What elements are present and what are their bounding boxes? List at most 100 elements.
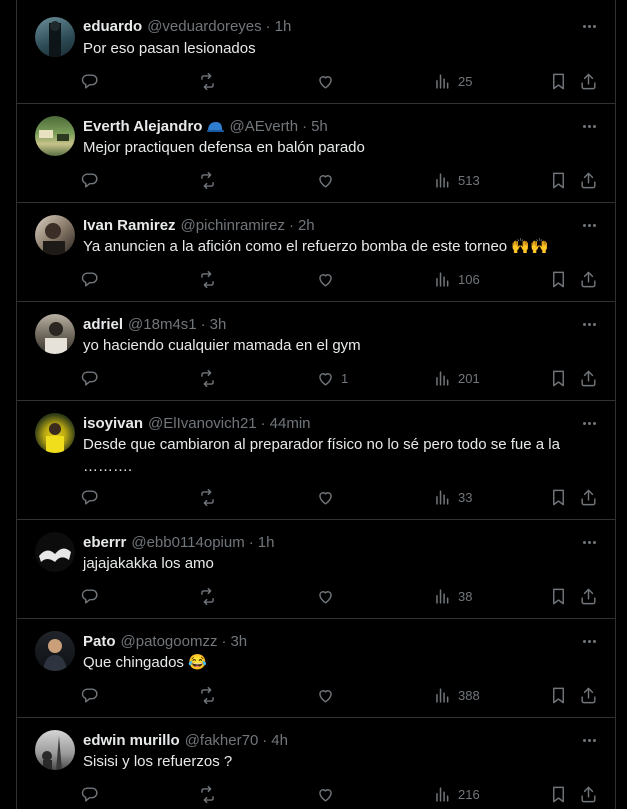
more-icon[interactable] — [579, 316, 599, 332]
timestamp[interactable]: 5h — [311, 118, 328, 135]
like-button[interactable] — [316, 685, 341, 705]
views-button[interactable]: 513 — [433, 170, 480, 190]
reply-button[interactable] — [81, 586, 100, 606]
author-name[interactable]: edwin murillo — [83, 732, 180, 749]
tweet-actions: 38 — [81, 586, 601, 606]
avatar[interactable] — [35, 17, 75, 57]
more-icon[interactable] — [579, 415, 599, 431]
bookmark-button[interactable] — [549, 269, 568, 289]
author-handle[interactable]: @AEverth — [229, 118, 298, 135]
author-name[interactable]: eduardo — [83, 18, 142, 35]
bookmark-button[interactable] — [549, 487, 568, 507]
author-name[interactable]: isoyivan — [83, 415, 143, 432]
reply-button[interactable] — [81, 685, 100, 705]
more-icon[interactable] — [579, 118, 599, 134]
share-button[interactable] — [579, 368, 598, 388]
like-button[interactable] — [316, 784, 341, 804]
bookmark-button[interactable] — [549, 71, 568, 91]
tweet[interactable]: Ivan Ramirez @pichinramirez · 2h Ya anun… — [17, 203, 615, 302]
retweet-button[interactable] — [198, 71, 217, 91]
tweet[interactable]: eduardo @veduardoreyes · 1h Por eso pasa… — [17, 0, 615, 104]
share-button[interactable] — [579, 586, 598, 606]
retweet-button[interactable] — [198, 269, 217, 289]
views-button[interactable]: 38 — [433, 586, 472, 606]
timestamp[interactable]: 3h — [230, 633, 247, 650]
tweet[interactable]: isoyivan @ElIvanovich21 · 44min Desde qu… — [17, 401, 615, 520]
reply-button[interactable] — [81, 170, 100, 190]
tweet-text: Mejor practiquen defensa en balón parado — [83, 139, 365, 156]
like-button[interactable] — [316, 71, 341, 91]
reply-icon — [81, 687, 98, 703]
retweet-button[interactable] — [198, 784, 217, 804]
reply-button[interactable] — [81, 784, 100, 804]
share-button[interactable] — [579, 685, 598, 705]
more-icon[interactable] — [579, 633, 599, 649]
retweet-button[interactable] — [198, 170, 217, 190]
views-button[interactable]: 201 — [433, 368, 480, 388]
retweet-button[interactable] — [198, 685, 217, 705]
views-button[interactable]: 33 — [433, 487, 472, 507]
author-handle[interactable]: @veduardoreyes — [147, 18, 261, 35]
bookmark-button[interactable] — [549, 586, 568, 606]
views-button[interactable]: 388 — [433, 685, 480, 705]
author-name[interactable]: Pato — [83, 633, 116, 650]
views-button[interactable]: 106 — [433, 269, 480, 289]
like-button[interactable]: 1 — [316, 368, 348, 388]
share-button[interactable] — [579, 784, 598, 804]
more-icon[interactable] — [579, 534, 599, 550]
author-handle[interactable]: @18m4s1 — [128, 316, 197, 333]
reply-button[interactable] — [81, 269, 100, 289]
avatar[interactable] — [35, 631, 75, 671]
author-handle[interactable]: @ElIvanovich21 — [148, 415, 257, 432]
share-button[interactable] — [579, 487, 598, 507]
author-name[interactable]: Ivan Ramirez — [83, 217, 176, 234]
more-icon[interactable] — [579, 18, 599, 34]
author-handle[interactable]: @fakher70 — [185, 732, 259, 749]
like-button[interactable] — [316, 586, 341, 606]
tweet-header: adriel @18m4s1 · 3h — [83, 314, 226, 334]
bookmark-button[interactable] — [549, 784, 568, 804]
reply-button[interactable] — [81, 487, 100, 507]
retweet-button[interactable] — [198, 487, 217, 507]
author-name[interactable]: adriel — [83, 316, 123, 333]
views-button[interactable]: 25 — [433, 71, 472, 91]
timestamp[interactable]: 1h — [258, 534, 275, 551]
share-button[interactable] — [579, 170, 598, 190]
author-name[interactable]: Everth Alejandro — [83, 118, 202, 135]
timestamp[interactable]: 4h — [271, 732, 288, 749]
bookmark-button[interactable] — [549, 170, 568, 190]
timestamp[interactable]: 1h — [275, 18, 292, 35]
tweet[interactable]: adriel @18m4s1 · 3h yo haciendo cualquie… — [17, 302, 615, 401]
tweet[interactable]: edwin murillo @fakher70 · 4h Sisisi y lo… — [17, 718, 615, 809]
retweet-button[interactable] — [198, 368, 217, 388]
timestamp[interactable]: 44min — [270, 415, 311, 432]
share-button[interactable] — [579, 71, 598, 91]
author-handle[interactable]: @patogoomzz — [121, 633, 218, 650]
reply-button[interactable] — [81, 71, 100, 91]
author-handle[interactable]: @ebb0114opium — [131, 534, 244, 551]
avatar[interactable] — [35, 116, 75, 156]
timestamp[interactable]: 3h — [210, 316, 227, 333]
tweet[interactable]: Everth Alejandro @AEverth · 5h Mejor pra… — [17, 104, 615, 203]
avatar[interactable] — [35, 532, 75, 572]
like-button[interactable] — [316, 487, 341, 507]
avatar[interactable] — [35, 730, 75, 770]
author-name[interactable]: eberrr — [83, 534, 126, 551]
timestamp[interactable]: 2h — [298, 217, 315, 234]
author-handle[interactable]: @pichinramirez — [181, 217, 285, 234]
tweet[interactable]: Pato @patogoomzz · 3h Que chingados 😂 38… — [17, 619, 615, 718]
bookmark-button[interactable] — [549, 368, 568, 388]
views-button[interactable]: 216 — [433, 784, 480, 804]
tweet[interactable]: eberrr @ebb0114opium · 1h jajajakakka lo… — [17, 520, 615, 619]
avatar[interactable] — [35, 413, 75, 453]
retweet-button[interactable] — [198, 586, 217, 606]
avatar[interactable] — [35, 215, 75, 255]
more-icon[interactable] — [579, 732, 599, 748]
share-button[interactable] — [579, 269, 598, 289]
like-button[interactable] — [316, 170, 341, 190]
bookmark-button[interactable] — [549, 685, 568, 705]
reply-button[interactable] — [81, 368, 100, 388]
like-button[interactable] — [316, 269, 341, 289]
avatar[interactable] — [35, 314, 75, 354]
more-icon[interactable] — [579, 217, 599, 233]
